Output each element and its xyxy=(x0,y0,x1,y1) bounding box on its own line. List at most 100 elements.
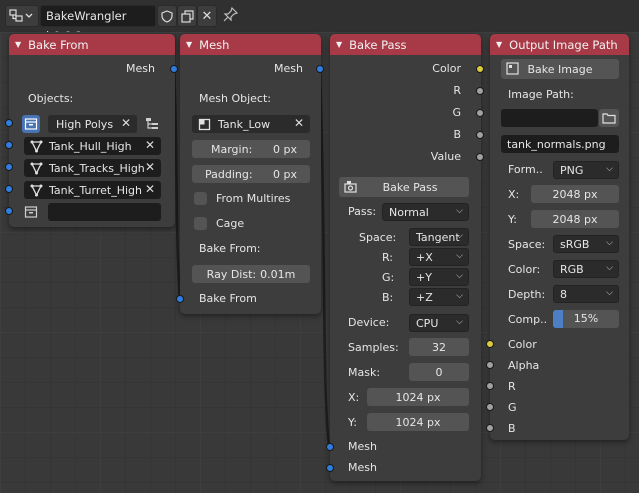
ray-dist-value: 0.01m xyxy=(260,267,296,281)
input-socket-mesh[interactable] xyxy=(326,443,334,451)
from-multires-checkbox[interactable] xyxy=(194,192,207,205)
bake-pass-node[interactable]: ▼ Bake Pass Color R G B Value Bake Pass … xyxy=(330,34,481,481)
node-title: Bake Pass xyxy=(349,37,407,52)
bake-image-button[interactable]: Bake Image xyxy=(501,59,619,79)
mask-field[interactable]: 0 xyxy=(409,363,469,381)
space-label: Space: xyxy=(508,238,546,251)
input-socket-r[interactable] xyxy=(486,382,494,390)
cage-checkbox[interactable] xyxy=(194,217,207,230)
node-header[interactable]: ▼ Bake From xyxy=(9,34,175,55)
from-multires-label: From Multires xyxy=(216,192,291,205)
compression-slider[interactable]: 15% xyxy=(553,310,619,328)
input-alpha-label: Alpha xyxy=(508,359,540,372)
object-field[interactable]: Tank_Tracks_High ✕ xyxy=(24,159,161,177)
output-color-label: Color xyxy=(432,62,461,75)
depth-select[interactable]: 8 ⌵ xyxy=(553,285,619,303)
input-socket[interactable] xyxy=(5,119,13,127)
render-icon xyxy=(344,181,357,193)
input-socket[interactable] xyxy=(5,163,13,171)
recursive-toggle-icon[interactable] xyxy=(143,115,161,133)
input-socket-g[interactable] xyxy=(486,403,494,411)
y-field[interactable]: 2048 px xyxy=(531,210,619,228)
image-path-field[interactable] xyxy=(501,109,598,127)
empty-object-field[interactable] xyxy=(48,203,161,221)
node-header[interactable]: ▼ Mesh xyxy=(180,34,321,55)
node-header[interactable]: ▼ Bake Pass xyxy=(330,34,481,55)
space-select[interactable]: Tangent ⌵ xyxy=(409,228,469,246)
y-label: Y: xyxy=(508,213,517,226)
input-bake-from-label: Bake From xyxy=(199,292,257,305)
folder-icon xyxy=(602,113,616,124)
output-socket-value[interactable] xyxy=(476,153,484,161)
padding-field[interactable]: Padding: 0 px xyxy=(192,165,310,183)
space-value: Tangent xyxy=(416,230,460,244)
chevron-down-icon: ⌵ xyxy=(606,288,613,298)
input-color-label: Color xyxy=(508,338,537,351)
input-socket[interactable] xyxy=(5,141,13,149)
input-socket[interactable] xyxy=(5,207,13,215)
space-select[interactable]: sRGB ⌵ xyxy=(553,235,619,253)
input-socket-bake-from[interactable] xyxy=(176,295,184,303)
space-label: Space: xyxy=(359,231,397,244)
compression-value: 15% xyxy=(573,312,599,325)
bake-from-node[interactable]: ▼ Bake From Mesh Objects: High Polys ✕ T… xyxy=(9,34,175,227)
output-image-path-node[interactable]: ▼ Output Image Path Bake Image Image Pat… xyxy=(490,34,629,440)
output-socket-r[interactable] xyxy=(476,87,484,95)
mesh-icon xyxy=(30,162,43,174)
ray-dist-field[interactable]: Ray Dist: 0.01m xyxy=(192,265,310,283)
collapse-icon[interactable]: ▼ xyxy=(336,40,342,49)
device-select[interactable]: CPU ⌵ xyxy=(409,314,469,332)
margin-field[interactable]: Margin: 0 px xyxy=(192,140,310,158)
object-field[interactable]: Tank_Hull_High ✕ xyxy=(24,137,161,155)
pass-select[interactable]: Normal ⌵ xyxy=(382,203,469,221)
collection-icon[interactable] xyxy=(22,115,40,133)
object-field[interactable]: Tank_Turret_High ✕ xyxy=(24,181,161,199)
collapse-icon[interactable]: ▼ xyxy=(186,40,192,49)
r-select[interactable]: +X ⌵ xyxy=(409,248,469,266)
input-socket[interactable] xyxy=(5,185,13,193)
x-field[interactable]: 2048 px xyxy=(531,185,619,203)
object-name: Tank_Hull_High xyxy=(49,139,132,153)
input-socket-alpha[interactable] xyxy=(486,361,494,369)
color-select[interactable]: RGB ⌵ xyxy=(553,260,619,278)
browse-folder-button[interactable] xyxy=(599,109,619,127)
node-title: Output Image Path xyxy=(509,37,618,52)
collection-icon[interactable] xyxy=(22,203,40,221)
device-label: Device: xyxy=(348,316,390,329)
clear-icon[interactable]: ✕ xyxy=(145,182,155,196)
format-label: Form.. xyxy=(508,163,543,176)
samples-field[interactable]: 32 xyxy=(409,338,469,356)
filename-field[interactable]: tank_normals.png xyxy=(501,135,619,153)
format-select[interactable]: PNG ⌵ xyxy=(553,161,619,179)
chevron-down-icon: ⌵ xyxy=(456,231,463,241)
output-socket-g[interactable] xyxy=(476,109,484,117)
image-path-label: Image Path: xyxy=(508,88,574,101)
clear-icon[interactable]: ✕ xyxy=(145,160,155,174)
clear-icon[interactable]: ✕ xyxy=(145,138,155,152)
y-field[interactable]: 1024 px xyxy=(367,413,469,431)
g-select[interactable]: +Y ⌵ xyxy=(409,268,469,286)
collection-field[interactable]: High Polys ✕ xyxy=(48,115,137,133)
input-socket-color[interactable] xyxy=(486,340,494,348)
collapse-icon[interactable]: ▼ xyxy=(496,40,502,49)
b-select[interactable]: +Z ⌵ xyxy=(409,288,469,306)
collapse-icon[interactable]: ▼ xyxy=(15,40,21,49)
output-socket-b[interactable] xyxy=(476,131,484,139)
mesh-object-field[interactable]: Tank_Low ✕ xyxy=(192,115,310,133)
output-mesh-label: Mesh xyxy=(126,62,155,75)
margin-label: Margin: xyxy=(211,142,253,156)
b-value: +Z xyxy=(416,290,433,304)
input-socket-b[interactable] xyxy=(486,424,494,432)
output-socket-color[interactable] xyxy=(476,65,484,73)
pass-value: Normal xyxy=(389,205,429,219)
input-socket-mesh[interactable] xyxy=(326,464,334,472)
output-socket-mesh[interactable] xyxy=(316,65,324,73)
node-header[interactable]: ▼ Output Image Path xyxy=(490,34,629,55)
output-socket-mesh[interactable] xyxy=(170,65,178,73)
mesh-node[interactable]: ▼ Mesh Mesh Mesh Object: Tank_Low ✕ Marg… xyxy=(180,34,321,314)
clear-icon[interactable]: ✕ xyxy=(294,116,304,130)
x-field[interactable]: 1024 px xyxy=(367,388,469,406)
bake-pass-button[interactable]: Bake Pass xyxy=(339,177,469,197)
bake-image-label: Bake Image xyxy=(527,62,593,76)
clear-icon[interactable]: ✕ xyxy=(121,116,131,130)
